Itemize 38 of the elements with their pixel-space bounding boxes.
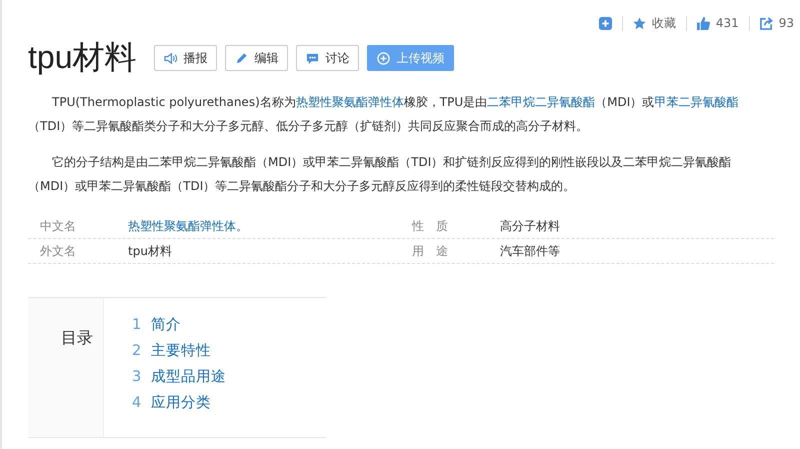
info-label: 性 质 [412,218,449,234]
toc-number: 3 [132,368,142,387]
toc-number: 2 [132,342,142,361]
plus-circle-icon [377,52,390,64]
toc-link[interactable]: 成型品用途 [151,367,226,388]
info-value: tpu材料 [128,242,173,260]
star-icon[interactable] [632,16,646,30]
discuss-button[interactable]: 讨论 [296,45,360,71]
toc-number: 1 [132,316,142,335]
paragraph: 它的分子结构是由二苯甲烷二异氰酸酯（MDI）或甲苯二异氰酸酯（TDI）和扩链剂反应得到的刚性嵌段以及二苯甲烷二异氰酸酯（MDI）或甲苯二异氰酸酯（TDI）等二异氰酸酯分子和大分子多元醇反应得到的柔性链段交替构成的。 [28,154,732,195]
collect-label[interactable]: 收藏 [652,14,676,32]
page-title: tpu材料 [28,38,136,77]
info-value: 汽车部件等 [500,242,561,260]
info-link[interactable]: 热塑性聚氨酯弹性体。 [128,218,412,234]
chat-icon [306,52,320,64]
info-value: 高分子材料 [500,218,561,234]
speaker-icon [164,52,178,64]
term-link[interactable]: 甲苯二异氰酸酯 [654,95,738,109]
like-count: 431 [716,16,739,30]
paragraph: TPU(Thermoplastic polyurethanes)名称为热塑性聚氨酯弹性体橡胶，TPU是由二苯甲烷二异氰酸酯（MDI）或甲苯二异氰酸酯 （TDI）等二异氰酸酯类分子和大分子多元醇、低分子多元醇（扩链剂）共同反应聚合而成的高分子材料。 [28,94,740,135]
info-label: 中文名 [40,218,77,234]
toc-link[interactable]: 简介 [151,315,182,336]
thumbs-up-icon[interactable] [696,16,710,30]
add-icon[interactable] [598,16,612,30]
info-label: 用 途 [412,242,449,260]
info-label: 外文名 [40,242,77,260]
edit-button[interactable]: 编辑 [225,45,288,71]
toc-link[interactable]: 应用分类 [151,393,212,414]
toc-link[interactable]: 主要特性 [151,341,212,362]
pencil-icon [235,52,248,64]
toc-number: 4 [132,394,142,413]
upload-button[interactable]: 上传视频 [367,45,454,71]
audio-button[interactable]: 播报 [154,45,218,71]
share-count: 93 [778,16,794,30]
toc-heading: 目录 [61,328,93,348]
term-link[interactable]: 二苯甲烷二异氰酸酯 [487,95,596,109]
share-icon[interactable] [760,16,773,30]
term-link[interactable]: 热塑性聚氨酯弹性体 [296,95,404,109]
